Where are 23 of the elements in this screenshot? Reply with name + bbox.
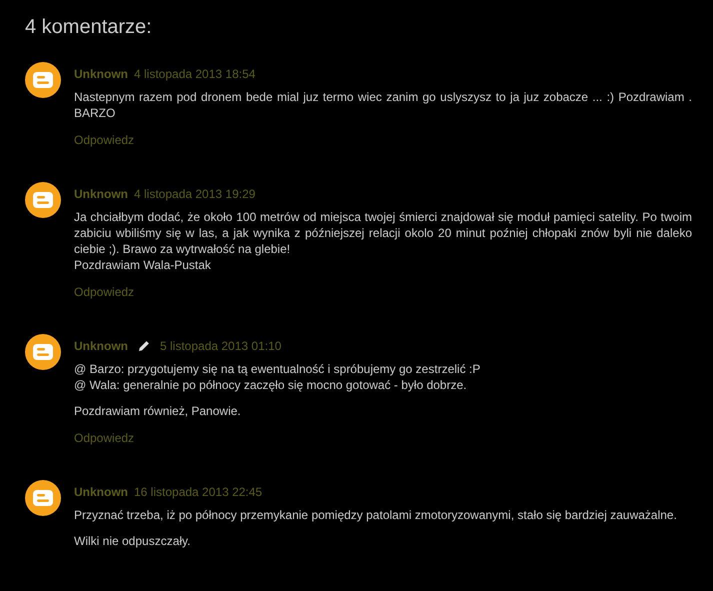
blogger-avatar-icon [25,182,61,218]
blogger-avatar-icon [25,334,61,370]
author-name[interactable]: Unknown [74,67,128,81]
comment-text: @ Barzo: przygotujemy się na tą ewentualność i spróbujemy go zestrzelić :P @ Wala: generalnie po północy zaczęło się mocno gotować - było dobrze. [74,361,482,393]
comment-date[interactable]: 4 listopada 2013 19:29 [134,187,256,201]
comment-date[interactable]: 5 listopada 2013 01:10 [160,339,282,353]
comments-heading: 4 komentarze: [25,16,153,39]
pencil-icon[interactable] [138,340,150,352]
comment-text: Wilki nie odpuszczały. [74,533,192,549]
comment-text: Ja chciałbym dodać, że około 100 metrów od miejsca twojej śmierci znajdował się moduł pamięci satelity. Po twoim zabiciu wbiliśmy się w las, a jak wynika z późniejszej relacji okolo 20 minut poźniej chłopaki znów byli nie daleko ciebie ;). Brawo za wytrwałość na glebie! Pozdrawiam Wala-Pustak [74,209,692,273]
blogger-avatar-icon [25,480,61,516]
author-name[interactable]: Unknown [74,339,128,353]
reply-link[interactable]: Odpowiedz [74,431,134,445]
reply-link[interactable]: Odpowiedz [74,133,134,147]
comment-text: Przyznać trzeba, iż po północy przemykanie pomiędzy patolami zmotoryzowanymi, stało się bardziej zauważalne. [74,507,678,523]
comment-text: Nastepnym razem pod dronem bede mial juz termo wiec zanim go uslyszysz to ja juz zobacze ... :) Pozdrawiam . BARZO [74,89,692,121]
comment-text: Pozdrawiam również, Panowie. [74,403,242,419]
comment-date[interactable]: 16 listopada 2013 22:45 [134,485,262,499]
blogger-avatar-icon [25,62,61,98]
author-name[interactable]: Unknown [74,187,128,201]
author-name[interactable]: Unknown [74,485,128,499]
reply-link[interactable]: Odpowiedz [74,285,134,299]
comment-date[interactable]: 4 listopada 2013 18:54 [134,67,256,81]
